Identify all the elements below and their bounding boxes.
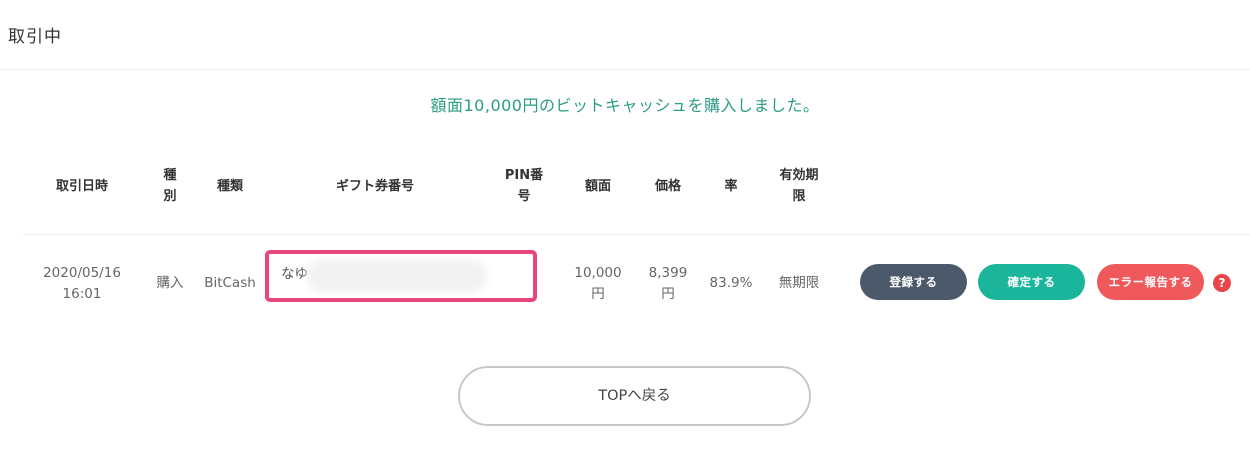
header-date: 取引日時 bbox=[55, 179, 109, 194]
back-to-top-button[interactable]: TOPへ戻る bbox=[458, 366, 811, 426]
header-type: 種類 bbox=[216, 179, 244, 194]
header-expiry-line2: 限 bbox=[792, 189, 806, 204]
row-divider bbox=[22, 234, 1250, 235]
register-button[interactable]: 登録する bbox=[860, 264, 967, 300]
header-pin-line1: PIN番 bbox=[504, 168, 544, 183]
header-divider bbox=[0, 69, 1250, 70]
cell-price-line1: 8,399 bbox=[648, 265, 688, 281]
help-icon[interactable]: ? bbox=[1213, 274, 1231, 292]
cell-date-line2: 16:01 bbox=[62, 286, 102, 302]
header-kind-line2: 別 bbox=[163, 189, 177, 204]
cell-face-value-line2: 円 bbox=[591, 286, 605, 302]
header-kind-line1: 種 bbox=[163, 168, 177, 183]
cell-date-line1: 2020/05/16 bbox=[43, 265, 121, 281]
cell-expiry: 無期限 bbox=[778, 275, 820, 291]
header-rate: 率 bbox=[724, 179, 738, 194]
error-report-button[interactable]: エラー報告する bbox=[1097, 264, 1204, 300]
cell-type: BitCash bbox=[204, 275, 256, 291]
header-pin-line2: 号 bbox=[517, 189, 531, 204]
header-price: 価格 bbox=[654, 179, 682, 194]
cell-price-line2: 円 bbox=[661, 286, 675, 302]
cell-face-value-line1: 10,000 bbox=[574, 265, 622, 281]
purchase-notice: 額面10,000円のビットキャッシュを購入しました。 bbox=[430, 96, 820, 115]
header-face-value: 額面 bbox=[584, 179, 612, 194]
gift-number-redacted bbox=[307, 260, 487, 292]
confirm-button[interactable]: 確定する bbox=[978, 264, 1085, 300]
cell-rate: 83.9% bbox=[709, 275, 753, 291]
header-gift-number: ギフト券番号 bbox=[335, 179, 415, 194]
page-title: 取引中 bbox=[8, 27, 62, 47]
page: 取引中 額面10,000円のビットキャッシュを購入しました。 取引日時 種 別 … bbox=[0, 0, 1250, 452]
gift-number-field[interactable]: なゆ bbox=[265, 250, 537, 302]
header-expiry-line1: 有効期 bbox=[779, 168, 819, 183]
cell-kind: 購入 bbox=[156, 275, 184, 291]
gift-number-text: なゆ bbox=[281, 266, 308, 282]
